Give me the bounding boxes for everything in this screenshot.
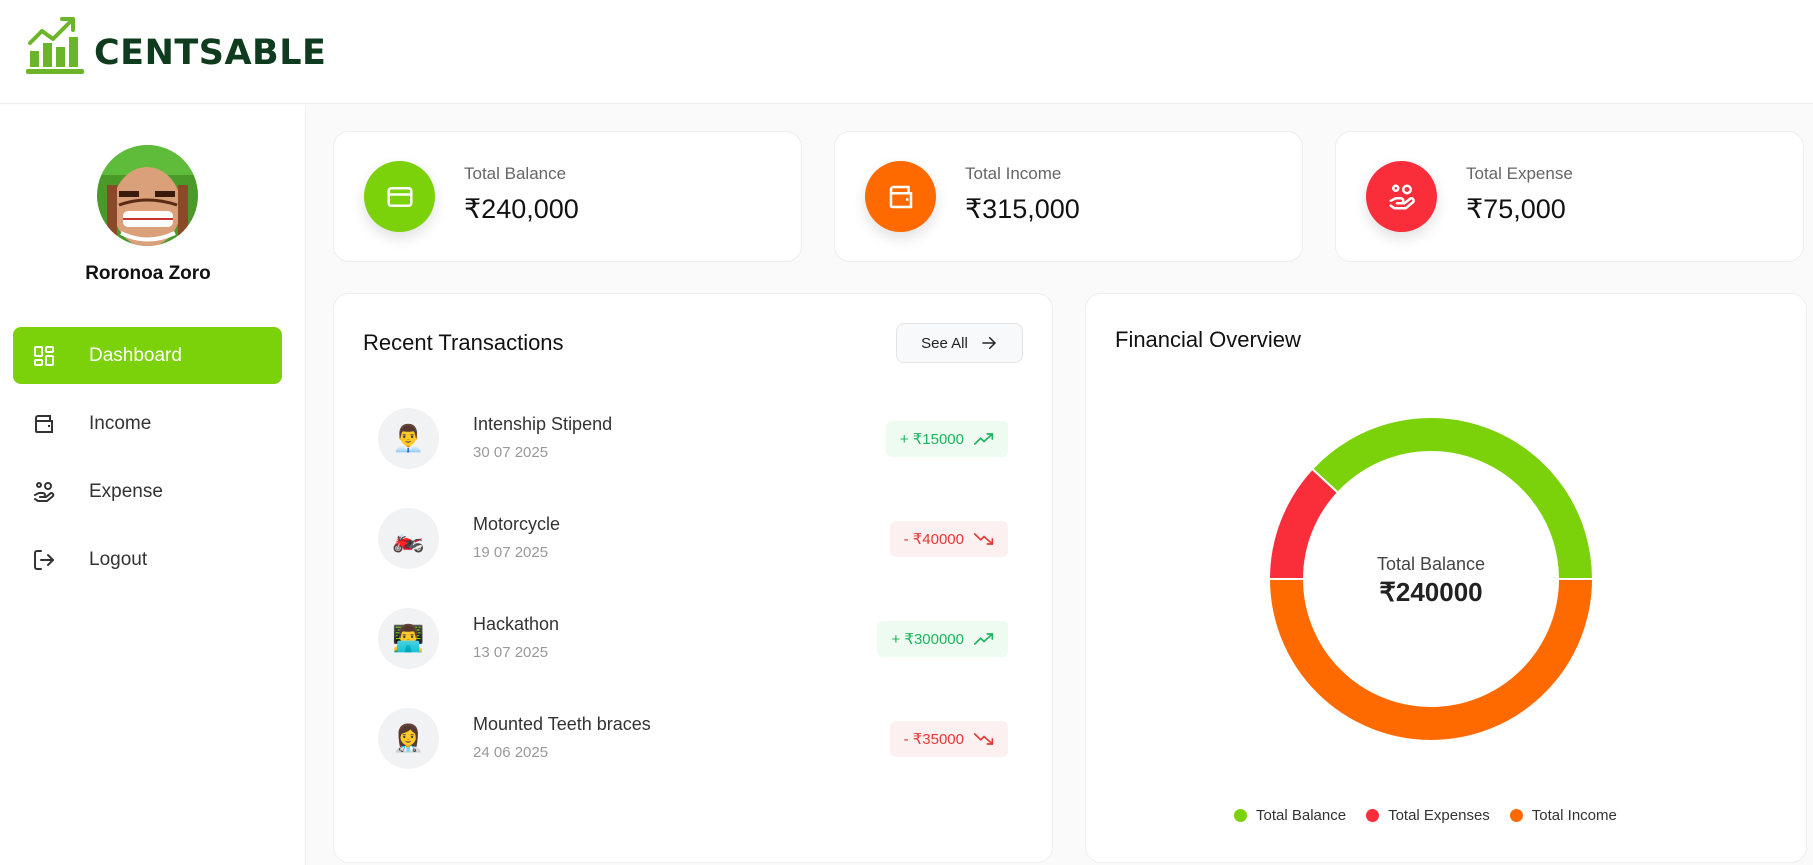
transaction-row[interactable]: 👨‍💻 Hackathon 13 07 2025 + ₹300000 xyxy=(378,608,1008,670)
sidebar-item-logout[interactable]: Logout xyxy=(13,531,282,588)
hand-coins-icon xyxy=(31,479,57,505)
sidebar-item-label: Expense xyxy=(89,480,163,502)
sidebar-item-label: Dashboard xyxy=(89,344,182,366)
transaction-title: Intenship Stipend xyxy=(473,414,613,434)
transaction-amount-badge: + ₹300000 xyxy=(877,621,1008,657)
sidebar-item-dashboard[interactable]: Dashboard xyxy=(13,327,282,384)
legend-item: Total Expenses xyxy=(1366,807,1490,824)
legend-dot xyxy=(1509,809,1523,822)
transaction-row[interactable]: 👩‍⚕️ Mounted Teeth braces 24 06 2025 - ₹… xyxy=(378,708,1008,770)
transaction-icon: 👩‍⚕️ xyxy=(378,708,439,769)
transaction-icon: 🏍️ xyxy=(378,508,439,569)
legend-dot xyxy=(1234,809,1247,822)
panel-title: Recent Transactions xyxy=(363,330,564,355)
app-name: CENTSABLE xyxy=(94,33,327,73)
transaction-date: 30 07 2025 xyxy=(473,444,549,461)
trending-down-icon xyxy=(974,733,994,745)
transaction-row[interactable]: 👨‍💼 Intenship Stipend 30 07 2025 + ₹1500… xyxy=(378,408,1008,470)
legend-item: Total Balance xyxy=(1234,807,1346,824)
logo-chart-icon xyxy=(26,17,84,74)
transaction-amount-badge: - ₹40000 xyxy=(889,521,1008,557)
credit-card-icon xyxy=(364,161,435,232)
stat-label: Total Expense xyxy=(1466,164,1573,183)
donut-chart: Total Balance ₹240000 xyxy=(1266,414,1596,744)
transaction-icon: 👨‍💻 xyxy=(378,608,439,669)
donut-center-value: ₹240000 xyxy=(1379,577,1483,607)
hand-coins-icon xyxy=(1366,161,1437,232)
sidebar-item-label: Logout xyxy=(89,548,148,570)
avatar xyxy=(97,145,198,246)
wallet-icon xyxy=(31,411,57,437)
trending-up-icon xyxy=(974,633,994,645)
transaction-date: 19 07 2025 xyxy=(473,544,549,561)
legend-label: Total Balance xyxy=(1256,807,1347,824)
transaction-row[interactable]: 🏍️ Motorcycle 19 07 2025 - ₹40000 xyxy=(378,508,1008,570)
legend-label: Total Income xyxy=(1531,807,1617,824)
transaction-icon: 👨‍💼 xyxy=(378,408,439,469)
legend-label: Total Expenses xyxy=(1388,807,1490,824)
transaction-amount-badge: + ₹15000 xyxy=(885,421,1008,457)
app-header: CENTSABLE xyxy=(0,0,1813,104)
logout-icon xyxy=(31,547,57,573)
transaction-amount-badge: - ₹35000 xyxy=(889,721,1008,757)
transaction-amount: - ₹40000 xyxy=(903,531,964,548)
stat-card-expense: Total Expense ₹75,000 xyxy=(1335,131,1804,262)
transaction-amount: + ₹15000 xyxy=(899,431,964,448)
panel-title: Financial Overview xyxy=(1115,327,1301,352)
see-all-label: See All xyxy=(921,334,968,352)
stat-value: ₹75,000 xyxy=(1466,194,1566,224)
stat-value: ₹315,000 xyxy=(965,194,1080,224)
legend-dot xyxy=(1366,809,1380,822)
financial-overview-panel: Financial Overview Total Balance ₹240000… xyxy=(1085,293,1807,863)
chart-legend: Total Balance Total Expenses Total Incom… xyxy=(1234,807,1637,824)
transaction-amount: + ₹300000 xyxy=(891,631,964,648)
sidebar: Roronoa Zoro Dashboard Income Expense Lo… xyxy=(0,105,306,865)
stat-value: ₹240,000 xyxy=(464,194,579,224)
recent-transactions-panel: Recent Transactions See All 👨‍💼 Intenshi… xyxy=(333,293,1053,863)
avatar-image xyxy=(97,145,198,246)
transaction-amount: - ₹35000 xyxy=(903,731,964,748)
transaction-date: 24 06 2025 xyxy=(473,744,549,761)
arrow-right-icon xyxy=(982,337,996,349)
wallet-icon xyxy=(865,161,936,232)
sidebar-item-income[interactable]: Income xyxy=(13,395,282,452)
sidebar-item-label: Income xyxy=(89,412,152,434)
transaction-date: 13 07 2025 xyxy=(473,644,549,661)
dashboard-icon xyxy=(31,343,57,369)
user-name: Roronoa Zoro xyxy=(85,263,211,284)
stat-label: Total Income xyxy=(965,164,1062,183)
transaction-title: Mounted Teeth braces xyxy=(473,714,651,734)
logo[interactable]: CENTSABLE xyxy=(26,17,326,77)
trending-down-icon xyxy=(974,533,994,545)
stat-card-income: Total Income ₹315,000 xyxy=(834,131,1303,262)
transaction-title: Motorcycle xyxy=(473,514,561,534)
donut-center-label: Total Balance xyxy=(1376,554,1486,574)
see-all-button[interactable]: See All xyxy=(896,323,1023,363)
legend-item: Total Income xyxy=(1509,807,1617,824)
trending-up-icon xyxy=(974,433,994,445)
stat-label: Total Balance xyxy=(464,164,567,183)
stat-card-balance: Total Balance ₹240,000 xyxy=(333,131,802,262)
transaction-title: Hackathon xyxy=(473,614,560,634)
sidebar-item-expense[interactable]: Expense xyxy=(13,463,282,520)
